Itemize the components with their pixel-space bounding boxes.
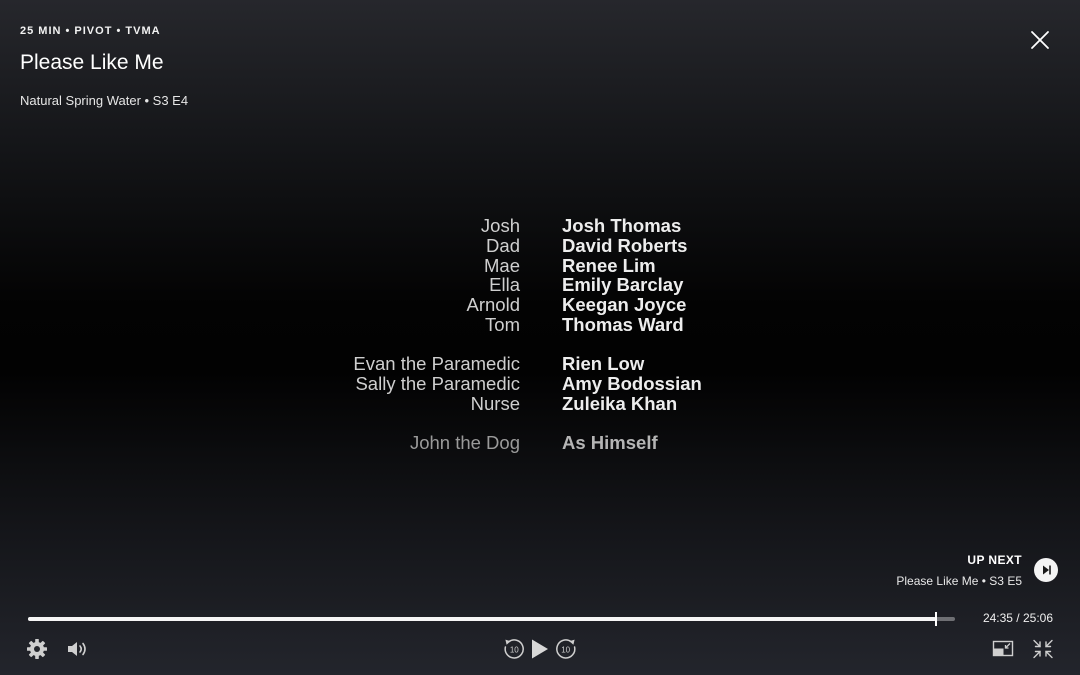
credit-row: Tom Thomas Ward — [0, 315, 1080, 335]
gear-icon — [27, 639, 47, 659]
forward-10-icon: 10 — [556, 639, 576, 659]
credit-row: Ella Emily Barclay — [0, 275, 1080, 295]
play-icon — [532, 639, 548, 659]
exit-fullscreen-icon — [1033, 639, 1053, 659]
progress-bar[interactable] — [28, 612, 955, 626]
time-readout: 24:35 / 25:06 — [982, 611, 1053, 625]
volume-button[interactable] — [65, 637, 91, 661]
credit-role: Josh — [480, 215, 520, 236]
rewind-10-button[interactable]: 10 — [502, 637, 526, 661]
up-next-label: UP NEXT — [967, 553, 1022, 567]
episode-title: Natural Spring Water • S3 E4 — [20, 93, 189, 108]
credit-role: Nurse — [470, 393, 520, 414]
credit-actor: Amy Bodossian — [562, 373, 702, 394]
credit-row: Arnold Keegan Joyce — [0, 295, 1080, 315]
play-next-episode-button[interactable] — [1034, 558, 1058, 582]
scrubber-handle[interactable] — [934, 612, 937, 626]
exit-fullscreen-button[interactable] — [1031, 638, 1055, 660]
credit-role: Sally the Paramedic — [355, 373, 520, 394]
credit-row: Josh Josh Thomas — [0, 216, 1080, 236]
credit-role: Tom — [485, 314, 520, 335]
speaker-icon — [68, 642, 86, 656]
video-player[interactable]: 25 MIN • PIVOT • TVMA Please Like Me Nat… — [0, 0, 1080, 675]
forward-seconds-label: 10 — [561, 645, 570, 654]
skip-next-icon — [1043, 565, 1051, 575]
credit-actor: Keegan Joyce — [562, 294, 687, 315]
credit-role: Arnold — [466, 294, 520, 315]
picture-in-picture-icon — [992, 640, 1014, 657]
credit-row: Sally the Paramedic Amy Bodossian — [0, 374, 1080, 394]
rewind-10-icon: 10 — [504, 639, 524, 659]
play-button[interactable] — [529, 637, 551, 661]
credit-actor: Emily Barclay — [562, 274, 684, 295]
credit-row: Nurse Zuleika Khan — [0, 394, 1080, 414]
progress-fill — [28, 617, 936, 621]
up-next-title[interactable]: Please Like Me • S3 E5 — [896, 574, 1022, 588]
credit-role: Evan the Paramedic — [353, 353, 520, 374]
picture-in-picture-button[interactable] — [991, 638, 1015, 660]
credit-actor: Josh Thomas — [562, 215, 682, 236]
credit-row: Dad David Roberts — [0, 236, 1080, 256]
close-button[interactable] — [1026, 26, 1054, 54]
rewind-seconds-label: 10 — [510, 645, 519, 654]
credit-role: John the Dog — [409, 432, 520, 453]
credit-actor: David Roberts — [562, 235, 688, 256]
close-icon — [1031, 31, 1049, 49]
settings-button[interactable] — [25, 637, 49, 661]
credit-actor: Renee Lim — [562, 255, 656, 276]
credit-actor: As Himself — [562, 432, 658, 453]
credit-role: Mae — [484, 255, 520, 276]
credit-row: Evan the Paramedic Rien Low — [0, 354, 1080, 374]
episode-meta: 25 MIN • PIVOT • TVMA — [20, 25, 161, 37]
show-title: Please Like Me — [20, 51, 164, 74]
credit-actor: Rien Low — [562, 353, 645, 374]
credit-role: Dad — [486, 235, 520, 256]
credit-actor: Thomas Ward — [562, 314, 684, 335]
credit-row: John the Dog As Himself — [0, 433, 1080, 453]
credit-actor: Zuleika Khan — [562, 393, 678, 414]
forward-10-button[interactable]: 10 — [554, 637, 578, 661]
credit-role: Ella — [489, 274, 520, 295]
credit-row: Mae Renee Lim — [0, 256, 1080, 276]
